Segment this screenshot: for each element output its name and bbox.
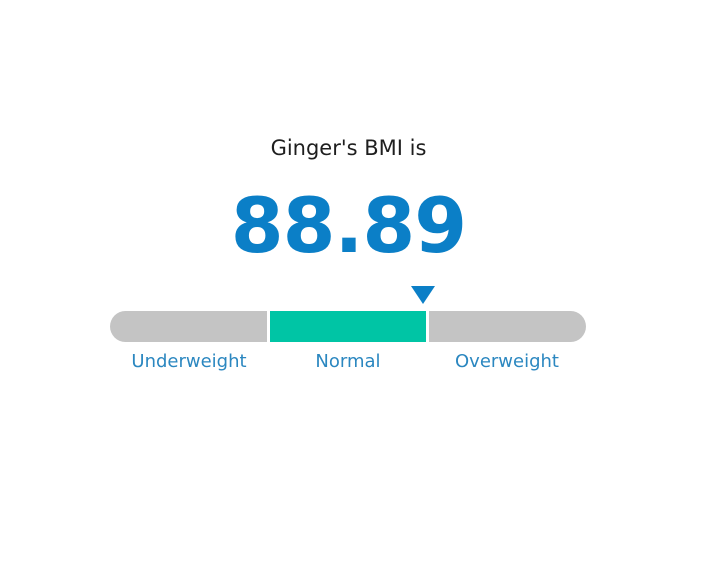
scale-segment-overweight	[429, 311, 586, 342]
bmi-value: 88.89	[230, 181, 467, 270]
bmi-scale-bar	[110, 311, 586, 342]
bmi-heading: Ginger's BMI is	[270, 136, 427, 160]
scale-label-underweight: Underweight	[131, 351, 247, 372]
scale-label-overweight: Overweight	[455, 351, 559, 372]
bmi-marker-triangle-down-icon	[411, 286, 435, 304]
scale-segment-underweight	[110, 311, 267, 342]
scale-label-normal: Normal	[315, 351, 381, 372]
scale-segment-normal	[270, 311, 426, 342]
